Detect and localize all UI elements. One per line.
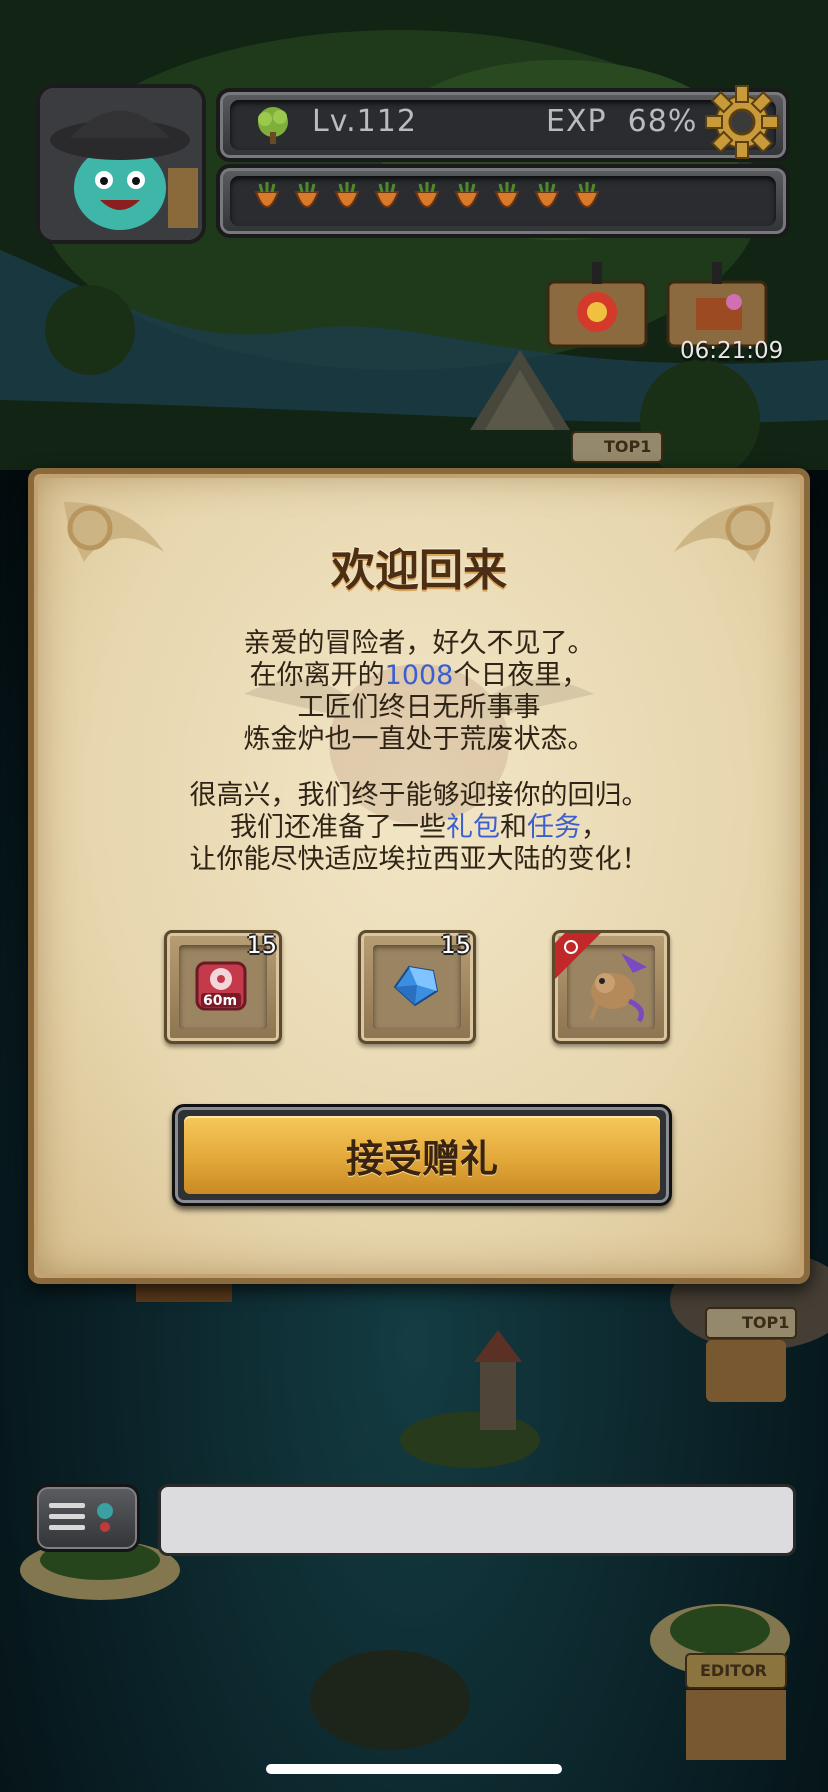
message-line-6: 我们还准备了一些礼包和任务， bbox=[230, 812, 608, 843]
days-away-count: 1008 bbox=[384, 660, 454, 691]
reward-slot-speedup[interactable]: 60m 15 bbox=[164, 930, 282, 1044]
goblin-avatar-icon bbox=[40, 88, 202, 240]
gift-pack-link[interactable]: 礼包 bbox=[446, 812, 500, 843]
reward-count: 15 bbox=[440, 931, 471, 959]
reward-count: 15 bbox=[246, 931, 277, 959]
message-line-3: 工匠们终日无所事事 bbox=[297, 692, 541, 723]
carrot-icon bbox=[454, 182, 480, 208]
message-line-1: 亲爱的冒险者，好久不见了。 bbox=[243, 628, 595, 659]
gear-icon bbox=[705, 85, 779, 159]
blue-crystal-icon bbox=[393, 965, 439, 1007]
map-tag-top1[interactable]: TOP1 bbox=[742, 1313, 789, 1332]
message-line-2: 在你离开的1008个日夜里， bbox=[249, 660, 589, 691]
map-tag-top1[interactable]: TOP1 bbox=[604, 437, 651, 456]
settings-button[interactable] bbox=[700, 80, 784, 164]
accept-gift-button[interactable]: 接受赠礼 bbox=[172, 1104, 672, 1206]
welcome-back-dialog: 欢迎回来 亲爱的冒险者，好久不见了。 在你离开的1008个日夜里， 工匠们终日无… bbox=[28, 468, 810, 1284]
exp-percent: EXP 68% bbox=[546, 104, 698, 139]
chest-timer: 06:21:09 bbox=[680, 338, 784, 364]
carrot-icon bbox=[334, 182, 360, 208]
carrot-icon bbox=[254, 182, 280, 208]
message-line-7: 让你能尽快适应埃拉西亚大陆的变化！ bbox=[189, 844, 649, 875]
dragon-pet-icon bbox=[589, 953, 647, 1023]
chat-menu-button[interactable] bbox=[34, 1484, 140, 1552]
task-link[interactable]: 任务 bbox=[527, 812, 581, 843]
chat-list-icon bbox=[49, 1503, 113, 1532]
treasure-chest-button[interactable] bbox=[662, 262, 772, 350]
carrot-icon bbox=[374, 182, 400, 208]
energy-carrots bbox=[250, 182, 604, 220]
carrot-icon bbox=[294, 182, 320, 208]
event-chest-button[interactable] bbox=[542, 262, 652, 350]
chat-input-bar[interactable] bbox=[158, 1484, 796, 1556]
reward-slot-crystal[interactable]: 15 bbox=[358, 930, 476, 1044]
tree-icon bbox=[258, 107, 288, 144]
player-avatar[interactable] bbox=[36, 84, 206, 244]
speedup-label: 60m bbox=[203, 993, 238, 1009]
carrot-icon bbox=[574, 182, 600, 208]
map-tag-editor[interactable]: EDITOR bbox=[700, 1661, 767, 1680]
dialog-title: 欢迎回来 bbox=[331, 545, 507, 596]
player-level: Lv.112 bbox=[312, 104, 417, 139]
home-indicator[interactable] bbox=[266, 1764, 562, 1774]
accept-gift-label: 接受赠礼 bbox=[345, 1136, 498, 1181]
reward-slot-pet[interactable] bbox=[552, 930, 670, 1044]
treasure-chest-icon bbox=[666, 262, 768, 348]
carrot-icon bbox=[494, 182, 520, 208]
carrot-icon bbox=[534, 182, 560, 208]
carrot-icon bbox=[414, 182, 440, 208]
trophy-chest-icon bbox=[546, 262, 648, 348]
energy-bar bbox=[216, 164, 790, 238]
message-line-4: 炼金炉也一直处于荒废状态。 bbox=[243, 724, 595, 755]
message-line-5: 很高兴，我们终于能够迎接你的回归。 bbox=[189, 780, 649, 811]
